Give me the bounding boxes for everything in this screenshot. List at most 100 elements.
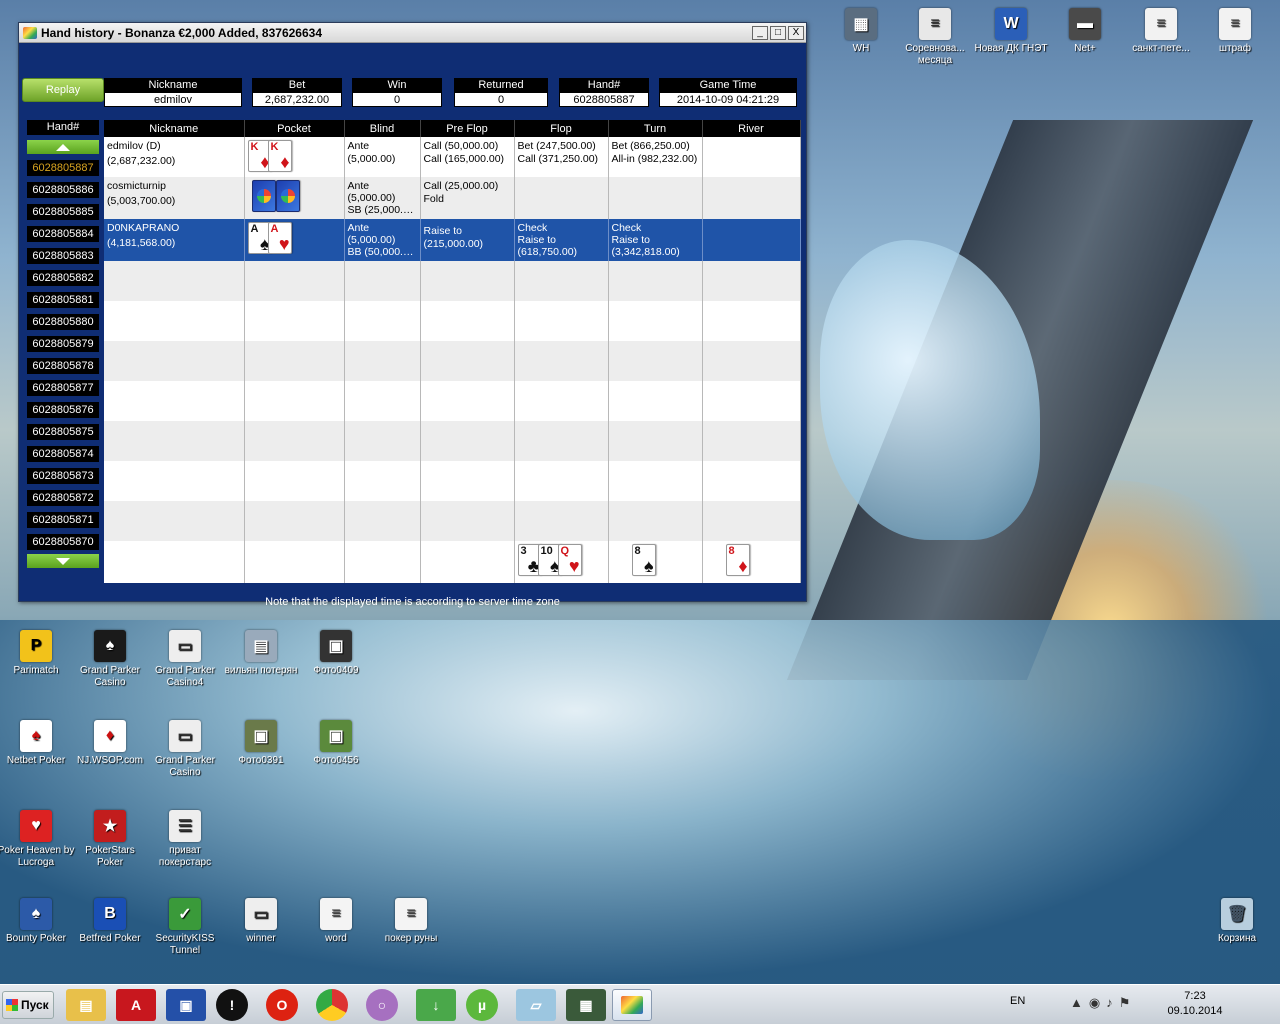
- desktop-icon-parimatch[interactable]: P Parimatch: [0, 630, 75, 677]
- clock[interactable]: 7:23 09.10.2014: [1160, 989, 1230, 1019]
- desktop-icon-betfred[interactable]: B Betfred Poker: [71, 898, 149, 945]
- desktop-icon-vilyan[interactable]: ▤ вильян потерян: [222, 630, 300, 677]
- avira-icon[interactable]: A: [116, 989, 156, 1021]
- hand-list-item[interactable]: 6028805881: [27, 292, 99, 308]
- terminal-icon[interactable]: ▦: [566, 989, 606, 1021]
- desktop-icon-bounty-poker[interactable]: ♠ Bounty Poker: [0, 898, 75, 945]
- player-row[interactable]: D0NKAPRANO (4,181,568.00) A ♠ A ♥ Ante (…: [104, 219, 801, 261]
- desktop-icon-wsop[interactable]: ♦ NJ.WSOP.com: [71, 720, 149, 767]
- hand-list-item[interactable]: 6028805874: [27, 446, 99, 462]
- summary-header: Nickname: [104, 78, 242, 92]
- chrome-icon[interactable]: [316, 989, 348, 1021]
- opera-icon[interactable]: O: [266, 989, 298, 1021]
- desktop-icon-foto0391[interactable]: ▣ Фото0391: [222, 720, 300, 767]
- replay-button[interactable]: Replay: [22, 78, 104, 102]
- desktop-icon-sorevnovaniya[interactable]: ≡ Соревнова... месяца: [896, 8, 974, 67]
- alert-icon[interactable]: !: [216, 989, 248, 1021]
- summary-header: Hand#: [559, 78, 649, 92]
- desktop-icon-privat-pokerstars[interactable]: ☰ приват покерстарс: [146, 810, 224, 869]
- desktop-icon-foto0409[interactable]: ▣ Фото0409: [297, 630, 375, 677]
- scroll-down-button[interactable]: [27, 554, 99, 568]
- recycle-bin-icon: 🗑: [1221, 898, 1253, 930]
- desktop-icon-novaya-dk[interactable]: W Новая ДК ГНЭТ: [972, 8, 1050, 55]
- river-cell: [702, 177, 801, 219]
- desktop-icon-shtraf[interactable]: ≡ штраф: [1196, 8, 1274, 55]
- summary-game-time: Game Time 2014-10-09 04:21:29: [659, 78, 797, 107]
- save-icon[interactable]: ▣: [166, 989, 206, 1021]
- utorrent-icon[interactable]: µ: [466, 989, 498, 1021]
- desktop-icon-poker-runy[interactable]: ≡ покер руны: [372, 898, 450, 945]
- notepad-icon[interactable]: ▱: [516, 989, 556, 1021]
- flop-cards: 3 ♣ 10 ♠ Q ♥: [517, 544, 605, 576]
- system-tray[interactable]: ▲◉♪⚑: [1070, 995, 1136, 1011]
- card-back-icon: [275, 180, 300, 212]
- summary-value: 0: [454, 92, 548, 107]
- desktop-icon-recycle-bin[interactable]: 🗑 Корзина: [1198, 898, 1276, 945]
- summary-nickname: Nickname edmilov: [104, 78, 242, 107]
- hand-list-header: Hand#: [27, 120, 99, 135]
- window-titlebar[interactable]: Hand history - Bonanza €2,000 Added, 837…: [19, 23, 806, 43]
- maximize-button[interactable]: □: [770, 25, 786, 40]
- hand-list-item[interactable]: 6028805884: [27, 226, 99, 242]
- desktop-icon-netplus[interactable]: ▬ Net+: [1046, 8, 1124, 55]
- start-button[interactable]: Пуск: [2, 991, 54, 1019]
- hand-list-item[interactable]: 6028805877: [27, 380, 99, 396]
- scroll-up-button[interactable]: [27, 140, 99, 154]
- desktop-icon-grand-parker[interactable]: ♠ Grand Parker Casino: [71, 630, 149, 689]
- desktop-icon-pokerstars[interactable]: ★ PokerStars Poker: [71, 810, 149, 869]
- empty-row: [104, 261, 801, 301]
- hand-list-item[interactable]: 6028805873: [27, 468, 99, 484]
- player-row[interactable]: cosmicturnip (5,003,700.00) Ante (5,000.…: [104, 177, 801, 219]
- summary-hand-number: Hand# 6028805887: [559, 78, 649, 107]
- hand-list-item[interactable]: 6028805879: [27, 336, 99, 352]
- close-button[interactable]: X: [788, 25, 804, 40]
- language-indicator[interactable]: EN: [1010, 995, 1025, 1007]
- hand-list-item[interactable]: 6028805886: [27, 182, 99, 198]
- desktop-icon-spb[interactable]: ≡ санкт-пете...: [1122, 8, 1200, 55]
- desktop-icon-word[interactable]: ≡ word: [297, 898, 375, 945]
- hand-list-item[interactable]: 6028805883: [27, 248, 99, 264]
- desktop-icon-winner[interactable]: ▭ winner: [222, 898, 300, 945]
- text-file-icon: ≡: [1219, 8, 1251, 40]
- desktop-icon-grand-parker-4[interactable]: ▭ Grand Parker Casino4: [146, 630, 224, 689]
- hand-list-item[interactable]: 6028805885: [27, 204, 99, 220]
- summary-value: 2014-10-09 04:21:29: [659, 92, 797, 107]
- hand-list-item[interactable]: 6028805870: [27, 534, 99, 550]
- hand-list-item[interactable]: 6028805872: [27, 490, 99, 506]
- hand-list-item[interactable]: 6028805880: [27, 314, 99, 330]
- taskbar: Пуск ▤ A ▣ ! O ○ ↓ µ ▱ ▦ EN ▲◉♪⚑ 7:23 09…: [0, 984, 1280, 1024]
- explorer-icon[interactable]: ▤: [66, 989, 106, 1021]
- summary-header: Win: [352, 78, 442, 92]
- shield-icon: ✓: [169, 898, 201, 930]
- hand-list-item[interactable]: 6028805882: [27, 270, 99, 286]
- desktop-icon-netbet[interactable]: ♠ Netbet Poker: [0, 720, 75, 767]
- desktop-icon-wh[interactable]: ▦ WH: [822, 8, 900, 55]
- desktop-icon-securitykiss[interactable]: ✓ SecurityKISS Tunnel: [146, 898, 224, 957]
- summary-value: 2,687,232.00: [252, 92, 342, 107]
- poker-client-taskbar-icon[interactable]: [612, 989, 652, 1021]
- board-turn-cell: 8 ♠: [608, 541, 703, 583]
- flop-cell: Check Raise to (618,750.00): [514, 219, 609, 261]
- text-file-icon: ≡: [320, 898, 352, 930]
- minimize-button[interactable]: _: [752, 25, 768, 40]
- app-ring-icon[interactable]: ○: [366, 989, 398, 1021]
- playing-card: A ♥: [267, 222, 292, 254]
- pokerstars-icon: ★: [94, 810, 126, 842]
- hand-list-item[interactable]: 6028805878: [27, 358, 99, 374]
- pocket-cards-cell: A ♠ A ♥: [244, 219, 345, 261]
- card-back-icon: [251, 180, 276, 212]
- desktop-icon-poker-heaven[interactable]: ♥ Poker Heaven by Lucroga: [0, 810, 75, 869]
- desktop-icon-foto0456[interactable]: ▣ Фото0456: [297, 720, 375, 767]
- hand-list-item[interactable]: 6028805871: [27, 512, 99, 528]
- clock-date: 09.10.2014: [1167, 1005, 1223, 1017]
- column-header: Pre Flop: [420, 120, 515, 137]
- download-icon[interactable]: ↓: [416, 989, 456, 1021]
- column-header: Nickname: [104, 120, 245, 137]
- hand-list-item[interactable]: 6028805887: [27, 160, 99, 176]
- desktop-icon-grand-parker-2[interactable]: ▭ Grand Parker Casino: [146, 720, 224, 779]
- hand-list-item[interactable]: 6028805876: [27, 402, 99, 418]
- hand-list-item[interactable]: 6028805875: [27, 424, 99, 440]
- player-row[interactable]: edmilov (D) (2,687,232.00) K♦ K♦ Ante: [104, 137, 801, 177]
- bounty-poker-icon: ♠: [20, 898, 52, 930]
- netbet-icon: ♠: [20, 720, 52, 752]
